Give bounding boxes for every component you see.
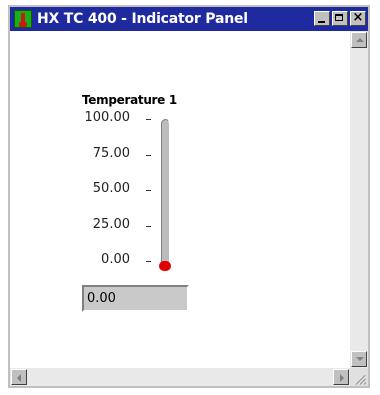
- scroll-down-button[interactable]: [351, 351, 367, 367]
- maximize-icon: [335, 14, 343, 21]
- scroll-up-icon: [356, 38, 364, 42]
- window-controls: ×: [314, 10, 366, 26]
- close-button[interactable]: ×: [350, 10, 366, 26]
- close-icon: ×: [352, 10, 364, 25]
- maximize-button[interactable]: [332, 11, 348, 26]
- scale-tick-label: 100.00: [84, 110, 131, 125]
- window-title: HX TC 400 - Indicator Panel: [37, 11, 248, 27]
- scale-tick-label: 0.00: [101, 252, 130, 267]
- vertical-scrollbar[interactable]: [350, 31, 368, 368]
- scroll-right-icon: [340, 374, 344, 382]
- scroll-right-button[interactable]: [333, 369, 349, 385]
- scale-tick-mark: [146, 261, 151, 262]
- scroll-left-icon: [17, 374, 21, 382]
- size-grip-icon[interactable]: [350, 368, 368, 386]
- indicator-label: Temperature 1: [82, 93, 177, 107]
- temperature-digital-display[interactable]: 0.00: [82, 285, 189, 312]
- scale-tick-label: 50.00: [92, 181, 130, 196]
- scale-tick-label: 25.00: [92, 217, 130, 232]
- scale-tick-mark: [146, 226, 151, 227]
- horizontal-scrollbar[interactable]: [10, 368, 350, 386]
- indicator-panel-window: HX TC 400 - Indicator Panel × Temperatur…: [8, 5, 370, 388]
- scale-tick-label: 75.00: [92, 146, 130, 161]
- minimize-button[interactable]: [314, 11, 330, 26]
- app-icon[interactable]: [14, 10, 32, 28]
- title-bar[interactable]: HX TC 400 - Indicator Panel ×: [10, 7, 368, 31]
- scale-tick-mark: [146, 155, 151, 156]
- thermometer-tube: [161, 119, 170, 265]
- scroll-up-button[interactable]: [351, 32, 367, 48]
- scale-tick-mark: [146, 190, 151, 191]
- scroll-left-button[interactable]: [11, 369, 27, 385]
- scroll-down-icon: [356, 357, 364, 361]
- scale-tick-mark: [146, 119, 151, 120]
- minimize-icon: [318, 21, 325, 23]
- thermometer-bulb: [159, 261, 171, 271]
- panel-content: Temperature 1 100.00 75.00 50.00 25.00 0…: [10, 31, 350, 368]
